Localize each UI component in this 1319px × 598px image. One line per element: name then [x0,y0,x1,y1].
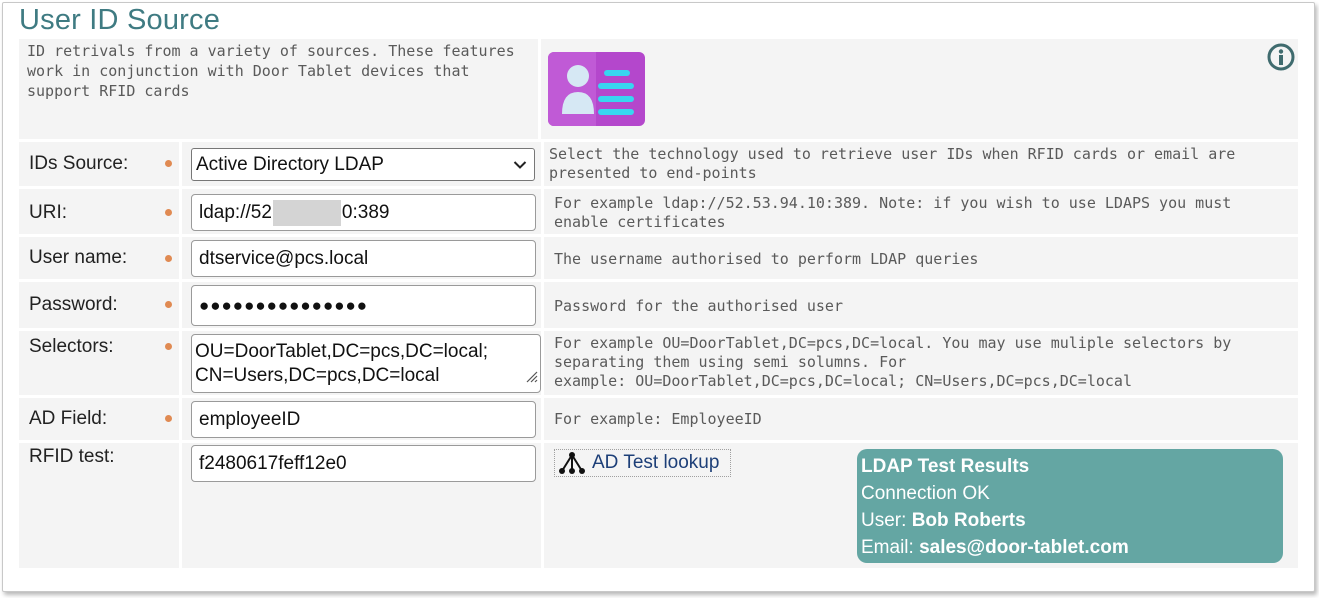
chevron-down-icon [513,160,527,170]
selectors-textarea[interactable]: OU=DoorTablet,DC=pcs,DC=local; CN=Users,… [191,334,541,393]
ids-source-select[interactable]: Active Directory LDAP [191,148,535,181]
selectors-line-2: CN=Users,DC=pcs,DC=local [195,365,440,386]
description-cell: ID retrivals from a variety of sources. … [19,39,538,139]
rfid-test-label: RFID test: [29,446,115,467]
rfid-test-input[interactable]: f2480617feff12e0 [191,445,536,482]
ad-test-lookup-label: AD Test lookup [592,452,720,473]
password-input[interactable]: ●●●●●●●●●●●●●●● [191,285,536,326]
uri-help: For example ldap://52.53.94.10:389. Note… [554,194,1232,231]
resize-handle-icon[interactable] [524,366,538,390]
selectors-label: Selectors: [29,336,114,357]
required-indicator [165,301,172,308]
required-indicator [165,415,172,422]
user-id-card-icon [548,52,645,126]
uri-input[interactable]: ldap://52 0:389 [191,194,536,231]
info-circle-icon[interactable] [1267,43,1295,71]
ids-source-selected-value: Active Directory LDAP [196,153,384,175]
network-tree-icon [558,451,586,475]
results-status: Connection OK [861,483,990,504]
selectors-line-1: OU=DoorTablet,DC=pcs,DC=local; [195,341,489,362]
selectors-help: For example OU=DoorTablet,DC=pcs,DC=loca… [554,334,1294,391]
password-value: ●●●●●●●●●●●●●●● [199,295,369,315]
ad-test-lookup-button[interactable]: AD Test lookup [554,449,731,477]
uri-label: URI: [29,202,67,223]
ids-source-label: IDs Source: [29,153,129,174]
redacted-block [272,199,341,226]
page-title: User ID Source [19,4,221,36]
ad-field-input[interactable]: employeeID [191,401,536,438]
ad-field-label: AD Field: [29,408,108,429]
required-indicator [165,160,172,167]
password-help: Password for the authorised user [554,297,843,315]
results-email: Email: sales@door-tablet.com [861,537,1129,558]
required-indicator [165,343,172,350]
required-indicator [165,209,172,216]
username-help: The username authorised to perform LDAP … [554,250,979,268]
rfid-test-value: f2480617feff12e0 [199,452,347,474]
ldap-test-results-panel: LDAP Test Results Connection OK User: Bo… [857,449,1283,563]
selectors-help-line-1: For example OU=DoorTablet,DC=pcs,DC=loca… [554,334,1232,352]
page-description: ID retrivals from a variety of sources. … [27,42,515,100]
uri-value-suffix: 0:389 [341,201,390,223]
ad-field-value: employeeID [199,408,301,430]
header-icon-cell [541,39,1298,139]
ad-field-help: For example: EmployeeID [554,410,762,428]
selectors-help-line-3: example: OU=DoorTablet,DC=pcs,DC=local; … [554,372,1132,390]
username-label: User name: [29,247,128,268]
uri-value-prefix: ldap://52 [199,201,272,223]
results-title: LDAP Test Results [861,456,1030,477]
username-value: dtservice@pcs.local [199,247,369,269]
password-label: Password: [29,294,118,315]
selectors-help-line-2: separating them using semi solumns. For [554,353,907,371]
user-id-source-panel: User ID Source ID retrivals from a varie… [2,2,1315,592]
username-input[interactable]: dtservice@pcs.local [191,240,536,277]
results-user: User: Bob Roberts [861,510,1026,531]
ids-source-help: Select the technology used to retrieve u… [549,145,1236,182]
required-indicator [165,255,172,262]
